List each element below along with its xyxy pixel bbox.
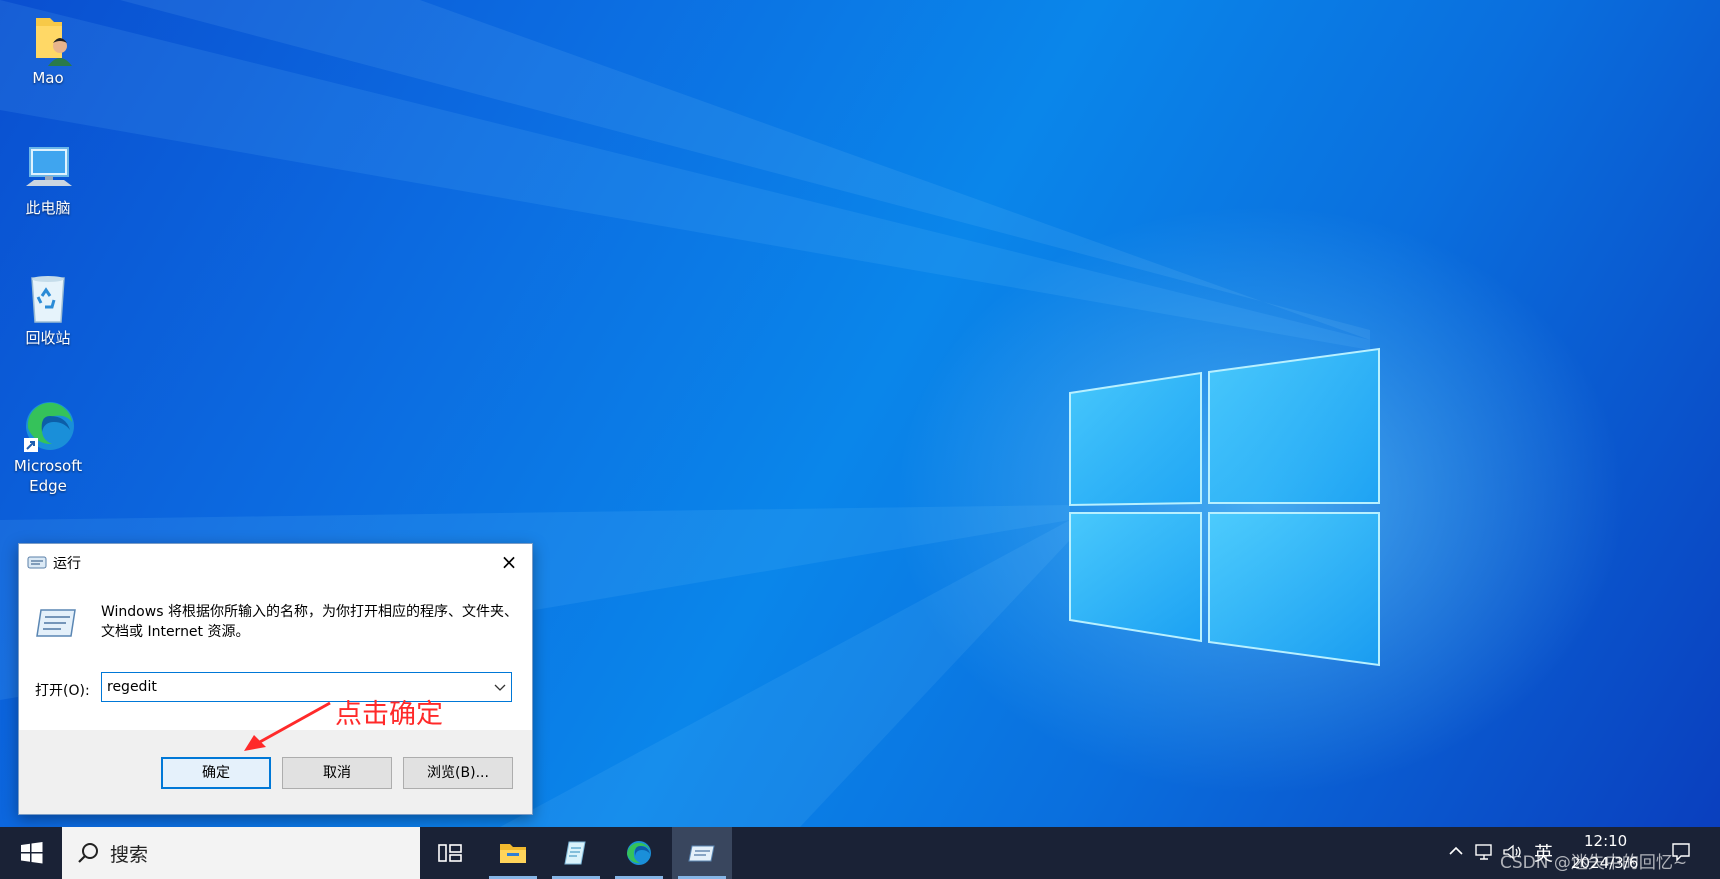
annotation-text: 点击确定 — [335, 699, 443, 730]
edge-icon — [24, 402, 74, 452]
dialog-description: Windows 将根据你所输入的名称，为你打开相应的程序、文件夹、文档或 Int… — [101, 604, 518, 640]
dialog-title: 运行 — [53, 556, 81, 572]
run-dialog: 运行 × Windows 将根据你所输入的名称，为你打开相应的程序、文件夹、文档… — [18, 543, 533, 815]
taskbar-search-box[interactable]: 搜索 — [62, 827, 420, 879]
notepad-icon — [564, 841, 586, 865]
taskbar-run[interactable] — [672, 827, 732, 879]
search-icon — [78, 843, 98, 863]
desktop-icon-this-pc[interactable]: 此电脑 — [6, 140, 90, 218]
recycle-bin-icon — [31, 276, 65, 323]
chevron-up-icon[interactable] — [1448, 841, 1464, 861]
browse-button[interactable]: 浏览(B)... — [403, 757, 513, 789]
close-icon[interactable]: × — [486, 544, 532, 580]
desktop-icon-label: 回收站 — [25, 329, 71, 347]
taskbar-edge[interactable] — [609, 827, 669, 879]
desktop-icon-user-folder[interactable]: Mao — [6, 10, 90, 88]
computer-icon — [26, 147, 72, 186]
ok-button[interactable]: 确定 — [161, 757, 271, 789]
search-placeholder: 搜索 — [110, 844, 149, 866]
chevron-down-icon[interactable] — [493, 681, 507, 693]
run-program-icon — [36, 609, 76, 637]
watermark: CSDN @迷失中的回忆~ — [1500, 853, 1688, 873]
desktop-icon-label: 此电脑 — [25, 199, 71, 217]
edge-icon — [627, 841, 651, 865]
taskbar-file-explorer[interactable] — [483, 827, 543, 879]
desktop-icon-edge[interactable]: Microsoft Edge — [6, 398, 90, 496]
desktop-icon-label: Microsoft Edge — [13, 457, 83, 495]
taskbar-task-view[interactable] — [420, 827, 480, 879]
file-explorer-icon — [500, 844, 526, 863]
run-dialog-titlebar[interactable]: 运行 × — [19, 544, 532, 580]
desktop-icon-recycle-bin[interactable]: 回收站 — [6, 270, 90, 348]
cancel-button[interactable]: 取消 — [282, 757, 392, 789]
desktop-icon-label: Mao — [32, 69, 64, 87]
open-label: 打开(O): — [35, 683, 90, 699]
annotation-arrow-icon — [244, 701, 331, 751]
task-view-icon — [438, 844, 462, 862]
user-folder-icon — [36, 18, 72, 66]
taskbar-notepad[interactable] — [546, 827, 606, 879]
windows-start-icon[interactable] — [0, 827, 62, 879]
run-icon — [27, 556, 47, 569]
taskbar: 搜索 英 12:10 2024/3/6 — [0, 827, 1720, 879]
network-icon[interactable] — [1474, 843, 1496, 861]
run-icon — [688, 845, 715, 862]
